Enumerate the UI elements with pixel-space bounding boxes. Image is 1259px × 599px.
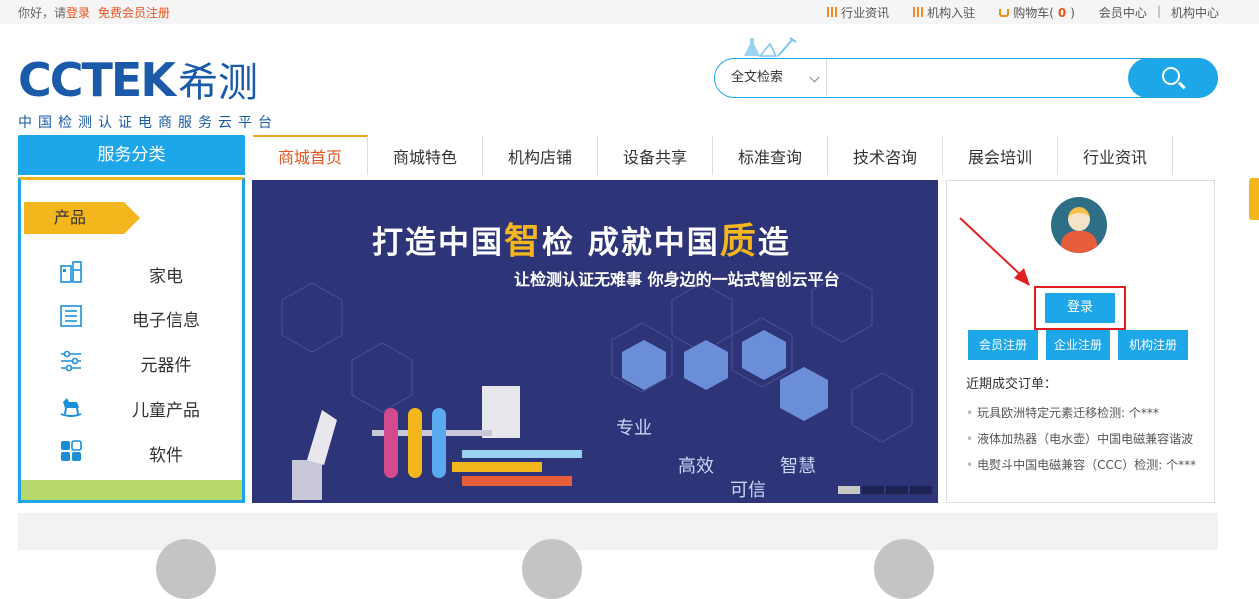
member-center-link[interactable]: 会员中心 bbox=[1099, 4, 1147, 21]
logo-brand-cn: 希测 bbox=[177, 60, 258, 106]
cart-icon bbox=[999, 9, 1010, 17]
news-link[interactable]: 行业资讯 bbox=[827, 4, 889, 21]
search-scope-select[interactable]: 全文检索 bbox=[715, 59, 827, 97]
headline-highlight: 质 bbox=[719, 221, 758, 262]
category-item-electronics[interactable]: 电子信息 bbox=[21, 302, 242, 332]
cart-link[interactable]: 购物车(0) bbox=[999, 4, 1075, 21]
recent-order-item[interactable]: 电熨斗中国电磁兼容（CCC）检测: 个*** bbox=[966, 456, 1196, 473]
banner-keyword: 专业 bbox=[616, 418, 652, 439]
org-register-button[interactable]: 机构注册 bbox=[1118, 330, 1188, 360]
category-label: 软件 bbox=[149, 446, 183, 466]
company-register-button[interactable]: 企业注册 bbox=[1046, 330, 1110, 360]
carousel-dot[interactable] bbox=[862, 486, 884, 494]
divider: | bbox=[1156, 4, 1161, 18]
banner-keyword: 可信 bbox=[730, 480, 766, 501]
bar-chart-icon bbox=[913, 7, 924, 17]
top-bar: 你好，请登录 免费会员注册 行业资讯 机构入驻 购物车(0) 会员中心 | 机构中… bbox=[0, 0, 1259, 24]
category-sidebar: 产品 家电 电子信息 元器件 儿童产品 软件 bbox=[18, 177, 245, 503]
headline-part: 造 bbox=[757, 225, 791, 261]
nav-item-stores[interactable]: 机构店铺 bbox=[483, 135, 598, 175]
lab-tools-icon bbox=[744, 37, 797, 57]
carousel-dot[interactable] bbox=[838, 486, 860, 494]
category-label: 元器件 bbox=[140, 356, 192, 376]
category-tag: 产品 bbox=[24, 202, 140, 234]
category-item-kids[interactable]: 儿童产品 bbox=[21, 392, 242, 422]
carousel-dot[interactable] bbox=[886, 486, 908, 494]
nav-item-home[interactable]: 商城首页 bbox=[253, 135, 368, 175]
feature-circle bbox=[522, 539, 582, 599]
category-label: 家电 bbox=[149, 267, 183, 287]
rocking-horse-icon bbox=[60, 398, 82, 417]
chevron-down-icon bbox=[809, 72, 820, 83]
search-scope-label: 全文检索 bbox=[731, 70, 784, 85]
headline-part: 检 成就中国 bbox=[542, 225, 720, 261]
arrow-annotation-icon bbox=[959, 217, 1030, 286]
search-input[interactable] bbox=[829, 61, 1129, 95]
feature-circle bbox=[156, 539, 216, 599]
bar-chart-icon bbox=[827, 7, 838, 17]
category-label: 电子信息 bbox=[132, 311, 200, 331]
cart-count: 0 bbox=[1057, 6, 1067, 20]
recent-order-item[interactable]: 玩具欧洲特定元素迁移检测: 个*** bbox=[966, 404, 1159, 421]
category-item-components[interactable]: 元器件 bbox=[21, 347, 242, 377]
news-label: 行业资讯 bbox=[841, 6, 890, 20]
search-button[interactable] bbox=[1128, 58, 1218, 98]
logo-brand: CCTEK bbox=[18, 53, 176, 107]
member-register-button[interactable]: 会员注册 bbox=[968, 330, 1038, 360]
feature-strip bbox=[18, 513, 1218, 599]
main-nav: 服务分类 商城首页 商城特色 机构店铺 设备共享 标准查询 技术咨询 展会培训 … bbox=[0, 135, 1259, 175]
banner-keyword: 智慧 bbox=[780, 456, 816, 477]
site-logo[interactable]: CCTEK 希测 中国检测认证电商服务云平台 bbox=[18, 50, 328, 131]
apps-grid-icon bbox=[61, 440, 82, 461]
banner-keyword: 高效 bbox=[678, 456, 714, 477]
nav-menu: 商城首页 商城特色 机构店铺 设备共享 标准查询 技术咨询 展会培训 行业资讯 bbox=[253, 135, 1173, 175]
nav-item-standards[interactable]: 标准查询 bbox=[713, 135, 828, 175]
category-item-appliance[interactable]: 家电 bbox=[21, 258, 242, 288]
nav-item-consulting[interactable]: 技术咨询 bbox=[828, 135, 943, 175]
login-link[interactable]: 登录 bbox=[66, 6, 90, 20]
nav-item-news[interactable]: 行业资讯 bbox=[1058, 135, 1173, 175]
avatar-head bbox=[1068, 207, 1090, 231]
headline-highlight: 智 bbox=[504, 221, 543, 262]
headline-part: 打造中国 bbox=[372, 225, 504, 261]
logo-slogan: 中国检测认证电商服务云平台 bbox=[18, 115, 278, 131]
category-list: 产品 家电 电子信息 元器件 儿童产品 软件 bbox=[21, 180, 242, 480]
recent-orders-title: 近期成交订单： bbox=[966, 377, 1058, 392]
list-icon bbox=[60, 305, 82, 327]
search-box: 全文检索 bbox=[714, 58, 1218, 98]
carousel-indicators bbox=[838, 486, 932, 494]
join-link[interactable]: 机构入驻 bbox=[913, 4, 975, 21]
carousel-dot[interactable] bbox=[910, 486, 932, 494]
side-tab[interactable] bbox=[1249, 178, 1259, 220]
nav-item-equipment[interactable]: 设备共享 bbox=[598, 135, 713, 175]
register-link[interactable]: 免费会员注册 bbox=[98, 6, 170, 20]
org-center-link[interactable]: 机构中心 bbox=[1171, 4, 1219, 21]
banner-subline: 让检测认证无难事 你身边的一站式智创云平台 bbox=[514, 270, 840, 289]
banner-headline: 打造中国智检 成就中国质造 bbox=[372, 212, 791, 264]
cart-close: ) bbox=[1070, 6, 1075, 20]
nav-item-training[interactable]: 展会培训 bbox=[943, 135, 1058, 175]
category-label: 儿童产品 bbox=[132, 401, 200, 421]
avatar-body bbox=[1061, 231, 1097, 253]
category-item-software[interactable]: 软件 bbox=[21, 437, 242, 467]
avatar bbox=[1051, 197, 1107, 253]
greeting: 你好，请登录 免费会员注册 bbox=[18, 4, 170, 21]
top-links: 行业资讯 机构入驻 购物车(0) 会员中心 | 机构中心 bbox=[827, 4, 1219, 21]
appliance-icon bbox=[60, 261, 82, 283]
category-title[interactable]: 服务分类 bbox=[18, 135, 245, 175]
recent-order-item[interactable]: 液体加热器（电水壶）中国电磁兼容谐波 bbox=[966, 430, 1193, 447]
cart-label: 购物车( bbox=[1013, 6, 1054, 20]
sliders-icon bbox=[61, 350, 81, 372]
feature-circle bbox=[874, 539, 934, 599]
login-button[interactable]: 登录 bbox=[1045, 293, 1115, 323]
greeting-text: 你好，请 bbox=[18, 6, 67, 20]
join-label: 机构入驻 bbox=[927, 6, 976, 20]
nav-item-features[interactable]: 商城特色 bbox=[368, 135, 483, 175]
search-icon bbox=[1162, 67, 1180, 85]
hero-banner[interactable]: 打造中国智检 成就中国质造 让检测认证无难事 你身边的一站式智创云平台 专业 高… bbox=[252, 180, 938, 503]
